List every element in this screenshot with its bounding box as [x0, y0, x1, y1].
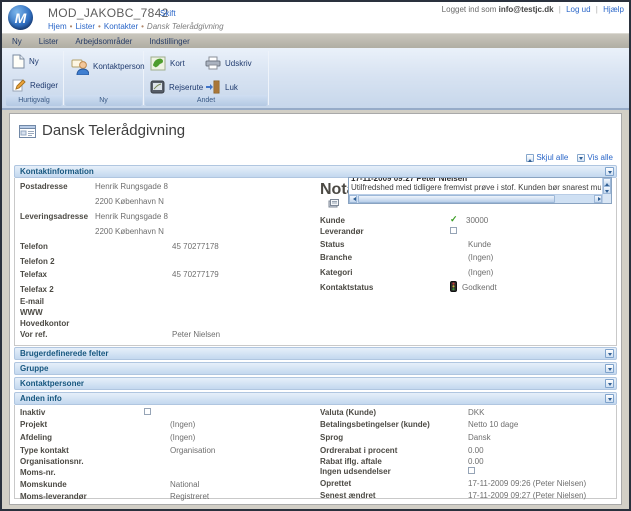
- note-vertical-scrollbar[interactable]: [602, 178, 611, 203]
- menu-workareas[interactable]: Arbejdsområder: [75, 37, 132, 46]
- traffic-light-icon: [450, 281, 457, 294]
- close-button[interactable]: Luk: [205, 80, 238, 94]
- field-leverandor: Leverandør: [320, 227, 614, 239]
- section-anden-info[interactable]: Anden info: [14, 392, 617, 405]
- contact-person-button[interactable]: Kontaktperson: [71, 58, 145, 75]
- record-page: Dansk Telerådgivning Skjul alle Vis alle…: [9, 113, 622, 505]
- field-betalingsbetingelser: Betalingsbetingelser (kunde)Netto 10 dag…: [320, 420, 614, 432]
- printer-icon: [205, 56, 221, 70]
- notes-icon[interactable]: [328, 195, 339, 213]
- login-user: info@testjc.dk: [499, 5, 554, 14]
- note-textarea[interactable]: 17-11-2009 09:27 Peter Nielsen Utilfreds…: [348, 177, 612, 204]
- scroll-left-icon[interactable]: [349, 195, 357, 203]
- breadcrumb: Hjem•Lister•Kontakter•Dansk Telerådgivni…: [48, 22, 224, 31]
- expand-all-link[interactable]: Vis alle: [577, 153, 613, 162]
- contact-person-icon: [71, 58, 89, 75]
- switch-link[interactable]: Skift: [160, 9, 176, 18]
- scroll-up-icon[interactable]: [603, 178, 611, 186]
- help-link[interactable]: Hjælp: [603, 5, 624, 14]
- expand-all-icon: [577, 154, 585, 162]
- section-toggles: Skjul alle Vis alle: [526, 153, 613, 162]
- menu-new[interactable]: Ny: [12, 37, 22, 46]
- field-senest-aendret: Senest ændret17-11-2009 09:27 (Peter Nie…: [320, 491, 614, 503]
- new-button[interactable]: Ny: [12, 54, 39, 69]
- main-menubar: Ny Lister Arbejdsområder Indstillinger: [2, 33, 629, 48]
- field-branche: Branche(Ingen): [320, 253, 614, 265]
- route-device-icon: [150, 80, 165, 94]
- inactive-checkbox[interactable]: [144, 408, 151, 415]
- scroll-down-icon[interactable]: [603, 186, 611, 194]
- breadcrumb-contacts[interactable]: Kontakter: [104, 22, 138, 31]
- page-title: Dansk Telerådgivning: [42, 122, 185, 139]
- edit-button[interactable]: Rediger: [12, 78, 58, 92]
- collapse-all-link[interactable]: Skjul alle: [526, 153, 568, 162]
- section-brugerdefinerede-felter[interactable]: Brugerdefinerede felter: [14, 347, 617, 360]
- checkmark-icon: ✓: [450, 214, 458, 225]
- expand-section-icon[interactable]: [605, 349, 614, 358]
- breadcrumb-home[interactable]: Hjem: [48, 22, 67, 31]
- ribbon-group-quick: Hurtigvalg: [6, 95, 62, 106]
- edit-pencil-icon: [12, 78, 26, 92]
- supplier-checkbox[interactable]: [450, 227, 457, 234]
- app-logo-icon: M: [8, 5, 33, 30]
- section-gruppe[interactable]: Gruppe: [14, 362, 617, 375]
- expand-section-icon[interactable]: [605, 379, 614, 388]
- field-kontaktstatus: Kontaktstatus Godkendt: [320, 283, 614, 295]
- field-status: StatusKunde: [320, 240, 614, 252]
- ribbon-group-other: Andet: [145, 95, 267, 106]
- route-button[interactable]: Rejserute: [150, 80, 203, 94]
- collapse-section-icon[interactable]: [605, 167, 614, 176]
- ribbon-separator: [63, 51, 64, 105]
- anden-info-body: Inaktiv Projekt(Ingen) Afdeling(Ingen) T…: [14, 405, 617, 499]
- breadcrumb-current: Dansk Telerådgivning: [147, 22, 224, 31]
- app-title: MOD_JAKOBC_7842: [48, 6, 169, 20]
- map-button[interactable]: Kort: [150, 56, 185, 71]
- kontaktinformation-body: PostadresseHenrik Rungsgade 8 2200 Køben…: [14, 178, 617, 346]
- no-mailings-checkbox[interactable]: [468, 467, 475, 474]
- app-window: M MOD_JAKOBC_7842 Skift Hjem•Lister•Kont…: [0, 0, 631, 511]
- anden-info-right-column: Valuta (Kunde)DKK Betalingsbetingelser (…: [320, 405, 614, 498]
- note-line-2: Utilfredshed med tidligere fremvist prøv…: [351, 183, 601, 192]
- section-kontaktpersoner[interactable]: Kontaktpersoner: [14, 377, 617, 390]
- note-horizontal-scrollbar[interactable]: [349, 194, 602, 203]
- login-status: Logget ind som info@testjc.dk | Log ud |…: [442, 5, 624, 14]
- collapse-section-icon[interactable]: [605, 394, 614, 403]
- horizontal-scroll-thumb[interactable]: [358, 195, 555, 203]
- top-header: M MOD_JAKOBC_7842 Skift Hjem•Lister•Kont…: [2, 2, 629, 33]
- field-oprettet: Oprettet17-11-2009 09:26 (Peter Nielsen): [320, 479, 614, 491]
- breadcrumb-lists[interactable]: Lister: [75, 22, 95, 31]
- close-door-icon: [205, 80, 221, 94]
- map-icon: [150, 56, 166, 71]
- kontaktinformation-right-column: Notat 17-11-2009 09:27 Peter Nielsen Uti…: [320, 178, 614, 345]
- logout-link[interactable]: Log ud: [566, 5, 590, 14]
- field-valuta: Valuta (Kunde)DKK: [320, 408, 614, 420]
- ribbon-toolbar: Ny Rediger Kontaktperson Kort Udskriv Re…: [2, 48, 629, 110]
- scroll-right-icon[interactable]: [594, 195, 602, 203]
- new-page-icon: [12, 54, 25, 69]
- ribbon-separator: [268, 51, 269, 105]
- ribbon-group-new: Ny: [65, 95, 142, 106]
- field-ingen-udsendelser: Ingen udsendelser: [320, 467, 614, 479]
- field-sprog: SprogDansk: [320, 433, 614, 445]
- expand-section-icon[interactable]: [605, 364, 614, 373]
- content-area: Dansk Telerådgivning Skjul alle Vis alle…: [2, 110, 629, 509]
- menu-lists[interactable]: Lister: [39, 37, 59, 46]
- field-kategori: Kategori(Ingen): [320, 268, 614, 280]
- menu-settings[interactable]: Indstillinger: [149, 37, 189, 46]
- print-button[interactable]: Udskriv: [205, 56, 252, 70]
- collapse-all-icon: [526, 154, 534, 162]
- contact-card-icon: [19, 125, 36, 143]
